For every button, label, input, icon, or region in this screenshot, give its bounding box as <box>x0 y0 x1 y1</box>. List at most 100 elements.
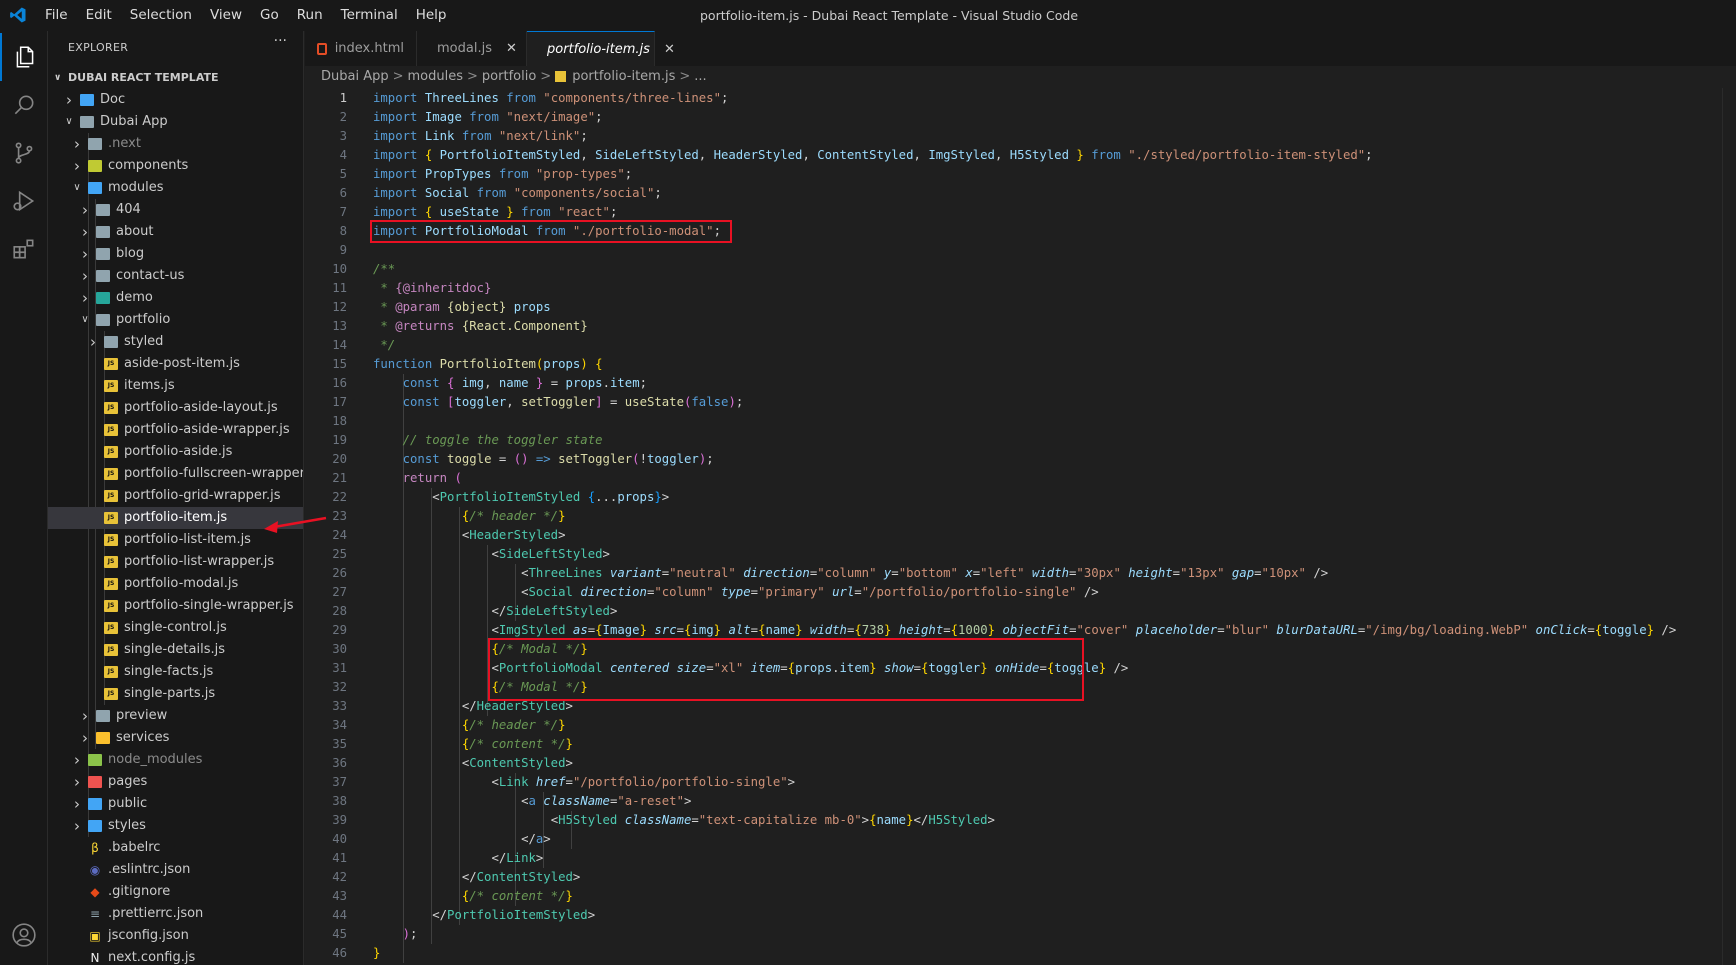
project-section-header[interactable]: ∨ DUBAI REACT TEMPLATE <box>48 67 303 89</box>
tree-item-contact-us[interactable]: › contact-us <box>48 265 303 287</box>
tree-item-portfolio[interactable]: ∨ portfolio <box>48 309 303 331</box>
tree-item-modules[interactable]: ∨ modules <box>48 177 303 199</box>
code-token: Social <box>528 585 581 599</box>
code-token: </ <box>491 604 507 618</box>
tree-item-portfolio-aside-js[interactable]: JS portfolio-aside.js <box>48 441 303 463</box>
file-icon: ◉ <box>89 863 101 877</box>
more-actions-icon[interactable]: ··· <box>274 33 287 49</box>
code-token: HeaderStyled <box>469 528 559 542</box>
tree-item-single-details-js[interactable]: JS single-details.js <box>48 639 303 661</box>
tree-item-portfolio-aside-layout-js[interactable]: JS portfolio-aside-layout.js <box>48 397 303 419</box>
tree-item-aside-post-item-js[interactable]: JS aside-post-item.js <box>48 353 303 375</box>
run-debug-activity-button[interactable] <box>0 177 48 225</box>
window-title: portfolio-item.js - Dubai React Template… <box>700 8 1079 23</box>
tree-item-components[interactable]: › components <box>48 155 303 177</box>
source-control-activity-button[interactable] <box>0 129 48 177</box>
menu-view[interactable]: View <box>201 0 251 31</box>
tree-item-services[interactable]: › services <box>48 727 303 749</box>
menu-help[interactable]: Help <box>407 0 456 31</box>
tree-item-portfolio-fullscreen-wrapper-js[interactable]: JS portfolio-fullscreen-wrapper.js <box>48 463 303 485</box>
tree-item-label: preview <box>116 708 168 723</box>
tree-item-404[interactable]: › 404 <box>48 199 303 221</box>
breadcrumb-item[interactable]: modules <box>408 69 464 84</box>
tree-item-items-js[interactable]: JS items.js <box>48 375 303 397</box>
vscode-logo-icon[interactable] <box>9 6 27 24</box>
tree-item-next[interactable]: › .next <box>48 133 303 155</box>
tree-item-pages[interactable]: › pages <box>48 771 303 793</box>
code-line: <HeaderStyled> <box>373 526 566 545</box>
tree-item-styles[interactable]: › styles <box>48 815 303 837</box>
tree-item-about[interactable]: › about <box>48 221 303 243</box>
breadcrumb-item[interactable]: portfolio <box>482 69 536 84</box>
code-token: ContentStyled <box>469 756 566 770</box>
tree-item-single-facts-js[interactable]: JS single-facts.js <box>48 661 303 683</box>
code-line: import PropTypes from "prop-types"; <box>373 165 632 184</box>
tree-item-next-config-js[interactable]: Nnext.config.js <box>48 947 303 965</box>
menu-file[interactable]: File <box>36 0 77 31</box>
account-activity-button[interactable] <box>0 911 48 959</box>
tree-item-single-control-js[interactable]: JS single-control.js <box>48 617 303 639</box>
menu-run[interactable]: Run <box>288 0 332 31</box>
tree-item-gitignore[interactable]: ◆ .gitignore <box>48 881 303 903</box>
tree-item-preview[interactable]: › preview <box>48 705 303 727</box>
tree-item-portfolio-single-wrapper-js[interactable]: JS portfolio-single-wrapper.js <box>48 595 303 617</box>
code-token: name <box>876 813 907 827</box>
line-number: 9 <box>339 243 347 257</box>
tab-portfolio-item-js[interactable]: portfolio-item.js ✕ <box>527 31 675 66</box>
code-token: </ <box>491 851 507 865</box>
line-number: 11 <box>332 281 347 295</box>
code-token: ; <box>609 205 618 219</box>
tree-item-label: single-control.js <box>124 620 227 635</box>
code-line: {/* content */} <box>373 735 573 754</box>
tree-item-doc[interactable]: › Doc <box>48 89 303 111</box>
code-token: "react" <box>558 205 610 219</box>
tree-item-portfolio-modal-js[interactable]: JS portfolio-modal.js <box>48 573 303 595</box>
menu-terminal[interactable]: Terminal <box>332 0 407 31</box>
tree-item-node-modules[interactable]: › node_modules <box>48 749 303 771</box>
code-token: props <box>565 376 603 390</box>
tab-index-html[interactable]: index.html <box>305 31 417 66</box>
tree-item-eslintrc-json[interactable]: ◉ .eslintrc.json <box>48 859 303 881</box>
line-number: 16 <box>332 376 347 390</box>
tree-item-public[interactable]: › public <box>48 793 303 815</box>
code-token: } <box>654 490 662 504</box>
breadcrumb-item[interactable]: ... <box>694 69 706 84</box>
menu-edit[interactable]: Edit <box>77 0 121 31</box>
code-token: {React.Component} <box>461 319 588 333</box>
code-token: 738 <box>861 623 884 637</box>
tree-item-label: next.config.js <box>108 950 196 965</box>
menu-go[interactable]: Go <box>251 0 288 31</box>
tree-item-label: .next <box>108 136 141 151</box>
tree-item-prettierrc-json[interactable]: ≡ .prettierrc.json <box>48 903 303 925</box>
search-activity-button[interactable] <box>0 81 48 129</box>
tree-item-jsconfig-json[interactable]: ▣ jsconfig.json <box>48 925 303 947</box>
line-number: 19 <box>332 433 347 447</box>
code-token: SideLeftStyled <box>595 148 699 162</box>
close-icon[interactable]: ✕ <box>506 41 517 56</box>
menu-selection[interactable]: Selection <box>121 0 201 31</box>
vertical-scrollbar[interactable] <box>1722 88 1736 965</box>
close-icon[interactable]: ✕ <box>664 42 675 57</box>
code-editor[interactable]: 1 import ThreeLines from "components/thre… <box>305 88 1736 965</box>
breadcrumb-item[interactable]: Dubai App <box>321 69 389 84</box>
line-number: 32 <box>332 680 347 694</box>
tree-item-dubai-app[interactable]: ∨ Dubai App <box>48 111 303 133</box>
code-token: ; <box>706 452 714 466</box>
tree-item-babelrc[interactable]: β .babelrc <box>48 837 303 859</box>
code-token: SideLeftStyled <box>498 547 603 561</box>
tab-modal-js[interactable]: modal.js ✕ <box>417 31 527 66</box>
tree-item-portfolio-list-wrapper-js[interactable]: JS portfolio-list-wrapper.js <box>48 551 303 573</box>
tree-item-blog[interactable]: › blog <box>48 243 303 265</box>
tree-item-single-parts-js[interactable]: JS single-parts.js <box>48 683 303 705</box>
explorer-activity-button[interactable] <box>0 33 48 81</box>
tree-item-styled[interactable]: › styled <box>48 331 303 353</box>
code-token: as <box>572 623 588 637</box>
folder-icon <box>96 226 110 238</box>
extensions-activity-button[interactable] <box>0 225 48 273</box>
tree-item-portfolio-grid-wrapper-js[interactable]: JS portfolio-grid-wrapper.js <box>48 485 303 507</box>
tree-item-portfolio-aside-wrapper-js[interactable]: JS portfolio-aside-wrapper.js <box>48 419 303 441</box>
js-file-icon: JS <box>104 600 118 612</box>
code-token: from <box>1091 148 1129 162</box>
breadcrumb-item[interactable]: portfolio-item.js <box>572 69 675 84</box>
tree-item-demo[interactable]: › demo <box>48 287 303 309</box>
